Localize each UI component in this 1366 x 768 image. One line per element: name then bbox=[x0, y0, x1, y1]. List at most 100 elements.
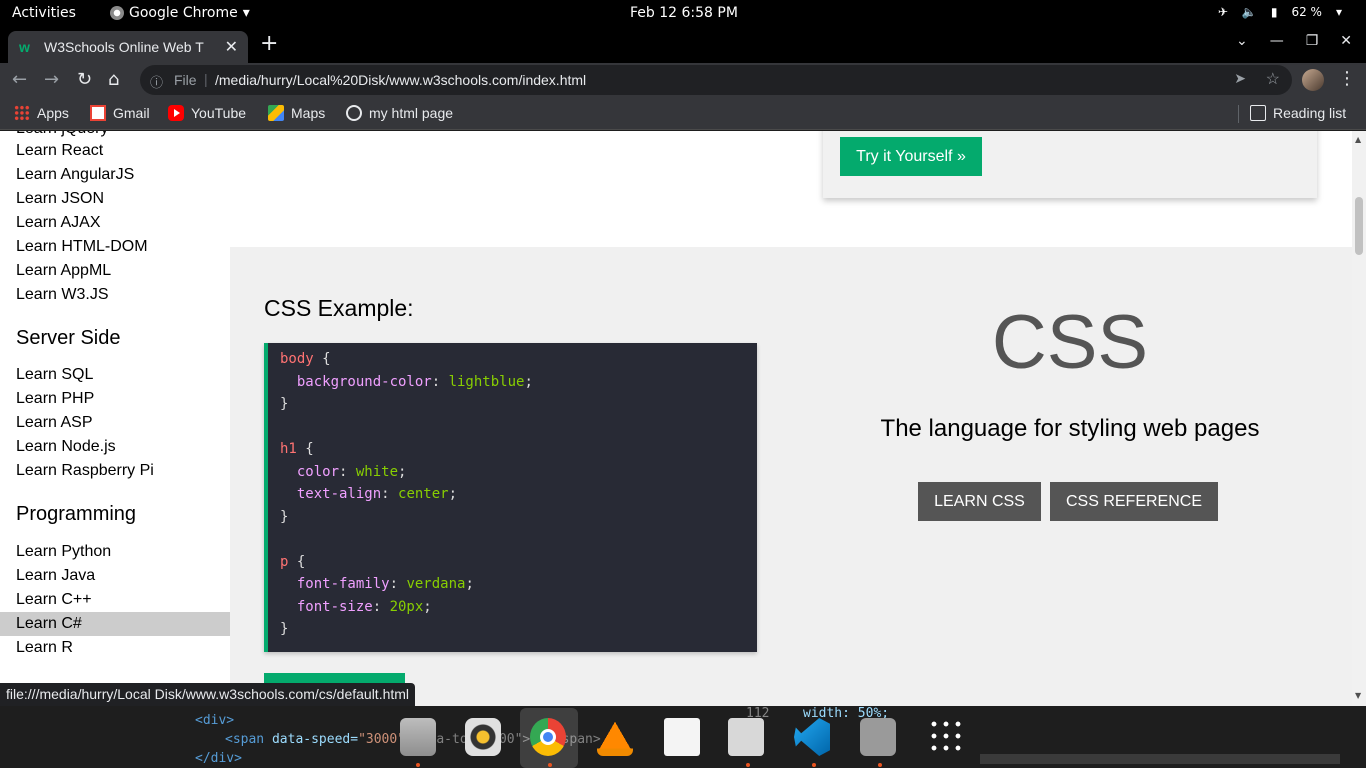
tab-search-icon[interactable]: ⌄ bbox=[1236, 33, 1248, 49]
bookmark-maps[interactable]: Maps bbox=[268, 105, 325, 121]
clock[interactable]: Feb 12 6:58 PM bbox=[630, 5, 738, 21]
app-menu[interactable]: Google Chrome ▾ bbox=[110, 5, 250, 21]
chrome-icon bbox=[110, 6, 124, 20]
reading-list-button[interactable]: Reading list bbox=[1250, 105, 1346, 121]
maximize-button[interactable]: ❐ bbox=[1306, 33, 1319, 49]
profile-avatar[interactable] bbox=[1302, 69, 1324, 91]
code-line: } bbox=[280, 621, 289, 637]
maps-icon bbox=[268, 105, 284, 121]
new-tab-button[interactable]: + bbox=[260, 31, 278, 56]
try-it-yourself-button[interactable]: Try it Yourself » bbox=[840, 137, 982, 176]
vscode-icon[interactable] bbox=[794, 718, 830, 756]
css-subtitle: The language for styling web pages bbox=[880, 415, 1260, 442]
css-example-title: CSS Example: bbox=[264, 295, 414, 321]
battery-level: 62 % bbox=[1291, 5, 1322, 19]
sidebar-item-html-dom[interactable]: Learn HTML-DOM bbox=[0, 235, 230, 259]
sidebar-item-appml[interactable]: Learn AppML bbox=[0, 259, 230, 283]
app-name: Google Chrome bbox=[129, 5, 238, 21]
bookmark-label: Gmail bbox=[113, 105, 150, 121]
code-line: h1 { bbox=[280, 441, 314, 457]
rhythmbox-icon[interactable] bbox=[465, 718, 501, 756]
window-controls: ⌄ — ❐ ✕ bbox=[1236, 33, 1352, 49]
address-bar[interactable]: ⓘ File | /media/hurry/Local%20Disk/www.w… bbox=[140, 65, 1292, 95]
sidebar-item-cpp[interactable]: Learn C++ bbox=[0, 588, 230, 612]
running-indicator bbox=[416, 763, 420, 767]
bookmarks-divider bbox=[1238, 105, 1239, 123]
chevron-down-icon: ▾ bbox=[242, 5, 250, 21]
sidebar-item-nodejs[interactable]: Learn Node.js bbox=[0, 435, 230, 459]
youtube-icon bbox=[168, 105, 184, 121]
status-bubble-url: file:///media/hurry/Local Disk/www.w3sch… bbox=[0, 683, 416, 706]
sidebar-item-json[interactable]: Learn JSON bbox=[0, 187, 230, 211]
editor-scrollbar[interactable] bbox=[980, 754, 1340, 764]
dock bbox=[390, 706, 980, 768]
code-line: body { bbox=[280, 351, 331, 367]
sidebar-item-java[interactable]: Learn Java bbox=[0, 564, 230, 588]
scroll-down-icon[interactable]: ▼ bbox=[1355, 691, 1361, 700]
sidebar-item-python[interactable]: Learn Python bbox=[0, 540, 230, 564]
image-viewer-icon[interactable] bbox=[728, 718, 764, 756]
css-heading: CSS bbox=[991, 300, 1149, 385]
system-top-bar: Activities Google Chrome ▾ Feb 12 6:58 P… bbox=[0, 0, 1366, 27]
browser-tab[interactable]: w W3Schools Online Web Tu ✕ bbox=[8, 31, 248, 63]
info-icon[interactable]: ⓘ bbox=[150, 72, 163, 91]
home-icon[interactable]: ⌂ bbox=[108, 69, 119, 90]
kebab-menu-icon[interactable]: ⋮ bbox=[1338, 68, 1356, 89]
sidebar-item-sql[interactable]: Learn SQL bbox=[0, 363, 230, 387]
back-arrow-icon[interactable]: ← bbox=[12, 69, 27, 90]
scrollbar-thumb[interactable] bbox=[1355, 197, 1363, 255]
files-icon[interactable] bbox=[400, 718, 436, 756]
activities-button[interactable]: Activities bbox=[12, 5, 76, 21]
code-line: } bbox=[280, 396, 289, 412]
css-reference-button[interactable]: CSS REFERENCE bbox=[1050, 482, 1218, 521]
editor-line: </div> bbox=[195, 751, 242, 766]
css-code-example: body { background-color: lightblue;} h1 {… bbox=[264, 343, 757, 652]
sidebar-item-react[interactable]: Learn React bbox=[0, 139, 230, 163]
reading-list-icon bbox=[1250, 105, 1266, 121]
send-icon[interactable]: ➤ bbox=[1234, 70, 1246, 87]
example-card: Try it Yourself » bbox=[823, 131, 1317, 198]
scroll-up-icon[interactable]: ▲ bbox=[1355, 135, 1361, 144]
bookmark-label: YouTube bbox=[191, 105, 247, 121]
w3schools-favicon-icon: w bbox=[19, 39, 30, 55]
disk-icon[interactable] bbox=[860, 718, 896, 756]
page-viewport: Learn jQuery Learn React Learn AngularJS… bbox=[0, 131, 1366, 706]
sidebar-item-csharp[interactable]: Learn C# bbox=[0, 612, 230, 636]
text-editor-icon[interactable] bbox=[664, 718, 700, 756]
battery-icon: ▮ bbox=[1270, 5, 1278, 19]
code-line: p { bbox=[280, 553, 306, 570]
bookmark-youtube[interactable]: YouTube bbox=[168, 105, 246, 121]
vlc-icon[interactable] bbox=[597, 718, 633, 756]
sidebar-item-php[interactable]: Learn PHP bbox=[0, 387, 230, 411]
sidebar-item-asp[interactable]: Learn ASP bbox=[0, 411, 230, 435]
bookmark-star-icon[interactable]: ☆ bbox=[1266, 69, 1280, 89]
app-grid-icon[interactable] bbox=[928, 718, 964, 756]
sidebar-item-r[interactable]: Learn R bbox=[0, 636, 230, 660]
chrome-icon[interactable] bbox=[530, 718, 566, 756]
bookmark-label: my html page bbox=[369, 105, 454, 121]
minimize-button[interactable]: — bbox=[1270, 33, 1284, 49]
bookmark-gmail[interactable]: Gmail bbox=[90, 105, 150, 121]
reload-icon[interactable]: ↻ bbox=[77, 69, 92, 90]
system-tray[interactable]: ✈ 🔈 ▮ 62 % ▾ bbox=[1218, 5, 1342, 19]
airplane-icon: ✈ bbox=[1217, 5, 1228, 19]
sidebar-item-w3js[interactable]: Learn W3.JS bbox=[0, 283, 230, 307]
chevron-down-icon: ▾ bbox=[1335, 5, 1342, 19]
section-top: Try it Yourself » bbox=[230, 131, 1352, 247]
tab-strip: w W3Schools Online Web Tu ✕ + ⌄ — ❐ ✕ bbox=[0, 27, 1366, 63]
url-text[interactable]: /media/hurry/Local%20Disk/www.w3schools.… bbox=[215, 72, 586, 88]
sidebar-item-angularjs[interactable]: Learn AngularJS bbox=[0, 163, 230, 187]
bookmark-apps[interactable]: Apps bbox=[14, 105, 69, 121]
bookmark-my-html-page[interactable]: my html page bbox=[346, 105, 453, 121]
sidebar-item-ajax[interactable]: Learn AJAX bbox=[0, 211, 230, 235]
bookmark-label: Apps bbox=[37, 105, 69, 121]
learn-css-button[interactable]: LEARN CSS bbox=[918, 482, 1041, 521]
code-line: color: white; bbox=[280, 463, 407, 480]
forward-arrow-icon[interactable]: → bbox=[44, 69, 59, 90]
code-line: } bbox=[280, 508, 289, 525]
gmail-icon bbox=[90, 105, 106, 121]
close-tab-icon[interactable]: ✕ bbox=[225, 37, 238, 57]
page-scrollbar[interactable]: ▲ ▼ bbox=[1352, 131, 1366, 706]
sidebar-item-raspberry-pi[interactable]: Learn Raspberry Pi bbox=[0, 459, 230, 483]
close-window-button[interactable]: ✕ bbox=[1340, 33, 1352, 49]
